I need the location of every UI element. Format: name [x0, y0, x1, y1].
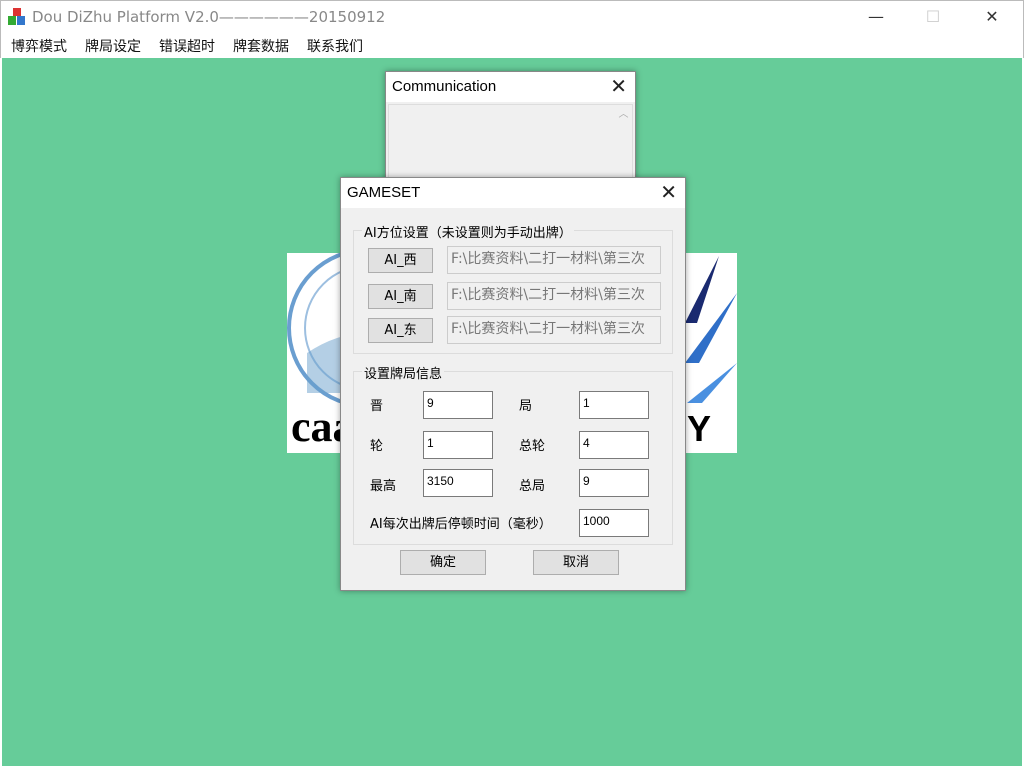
info-group-label: 设置牌局信息 — [362, 363, 445, 382]
ok-button[interactable]: 确定 — [400, 550, 486, 575]
maximize-button[interactable]: ☐ — [910, 1, 956, 33]
field-label: 局 — [519, 399, 533, 414]
field-input[interactable]: 1 — [579, 391, 649, 419]
field-input[interactable]: 9 — [579, 469, 649, 497]
communication-title: Communication ✕ — [386, 72, 635, 102]
delay-label: AI每次出牌后停顿时间（毫秒） — [370, 517, 552, 532]
communication-title-text: Communication — [392, 78, 497, 95]
gameset-dialog: GAMESET ✕ AI方位设置（未设置则为手动出牌） AI_西 F:\比赛资料\… — [340, 177, 686, 591]
menu-contact-us[interactable]: 联系我们 — [307, 36, 363, 56]
field-label: 最高 — [370, 479, 397, 494]
ai-group-label: AI方位设置（未设置则为手动出牌） — [362, 222, 574, 241]
field-label: 总局 — [519, 479, 546, 494]
ai-east-button[interactable]: AI_东 — [368, 318, 433, 343]
app-icon — [8, 8, 25, 25]
field-input[interactable]: 9 — [423, 391, 493, 419]
ai-east-path[interactable]: F:\比赛资料\二打一材料\第三次 — [447, 316, 661, 344]
delay-input[interactable]: 1000 — [579, 509, 649, 537]
gameset-title: GAMESET ✕ — [341, 178, 685, 208]
field-input[interactable]: 4 — [579, 431, 649, 459]
ai-west-button[interactable]: AI_西 — [368, 248, 433, 273]
ai-west-path[interactable]: F:\比赛资料\二打一材料\第三次 — [447, 246, 661, 274]
menu-game-mode[interactable]: 博弈模式 — [11, 36, 67, 56]
gameset-title-text: GAMESET — [347, 184, 421, 201]
cancel-button[interactable]: 取消 — [533, 550, 619, 575]
minimize-button[interactable]: — — [853, 1, 899, 33]
game-info-group: 设置牌局信息 晋 9 局 1 轮 1 总轮 4 最高 3150 总局 9 AI每… — [353, 363, 673, 545]
field-label: 总轮 — [519, 439, 546, 454]
menu-game-settings[interactable]: 牌局设定 — [85, 36, 141, 56]
close-icon[interactable]: ✕ — [610, 72, 627, 102]
menu-deck-data[interactable]: 牌套数据 — [233, 36, 289, 56]
ai-south-path[interactable]: F:\比赛资料\二打一材料\第三次 — [447, 282, 661, 310]
field-label: 轮 — [370, 439, 384, 454]
ai-south-button[interactable]: AI_南 — [368, 284, 433, 309]
field-label: 晋 — [370, 399, 384, 414]
field-input[interactable]: 1 — [423, 431, 493, 459]
field-input[interactable]: 3150 — [423, 469, 493, 497]
window-title: Dou DiZhu Platform V2.0——————20150912 — [32, 8, 386, 26]
title-bar: Dou DiZhu Platform V2.0——————20150912 — … — [0, 0, 1024, 32]
menu-error-timeout[interactable]: 错误超时 — [159, 36, 215, 56]
menu-bar: 博弈模式 牌局设定 错误超时 牌套数据 联系我们 — [0, 32, 1024, 58]
close-button[interactable]: ✕ — [969, 1, 1015, 33]
ai-position-group: AI方位设置（未设置则为手动出牌） AI_西 F:\比赛资料\二打一材料\第三次… — [353, 222, 673, 354]
close-icon[interactable]: ✕ — [660, 178, 677, 208]
